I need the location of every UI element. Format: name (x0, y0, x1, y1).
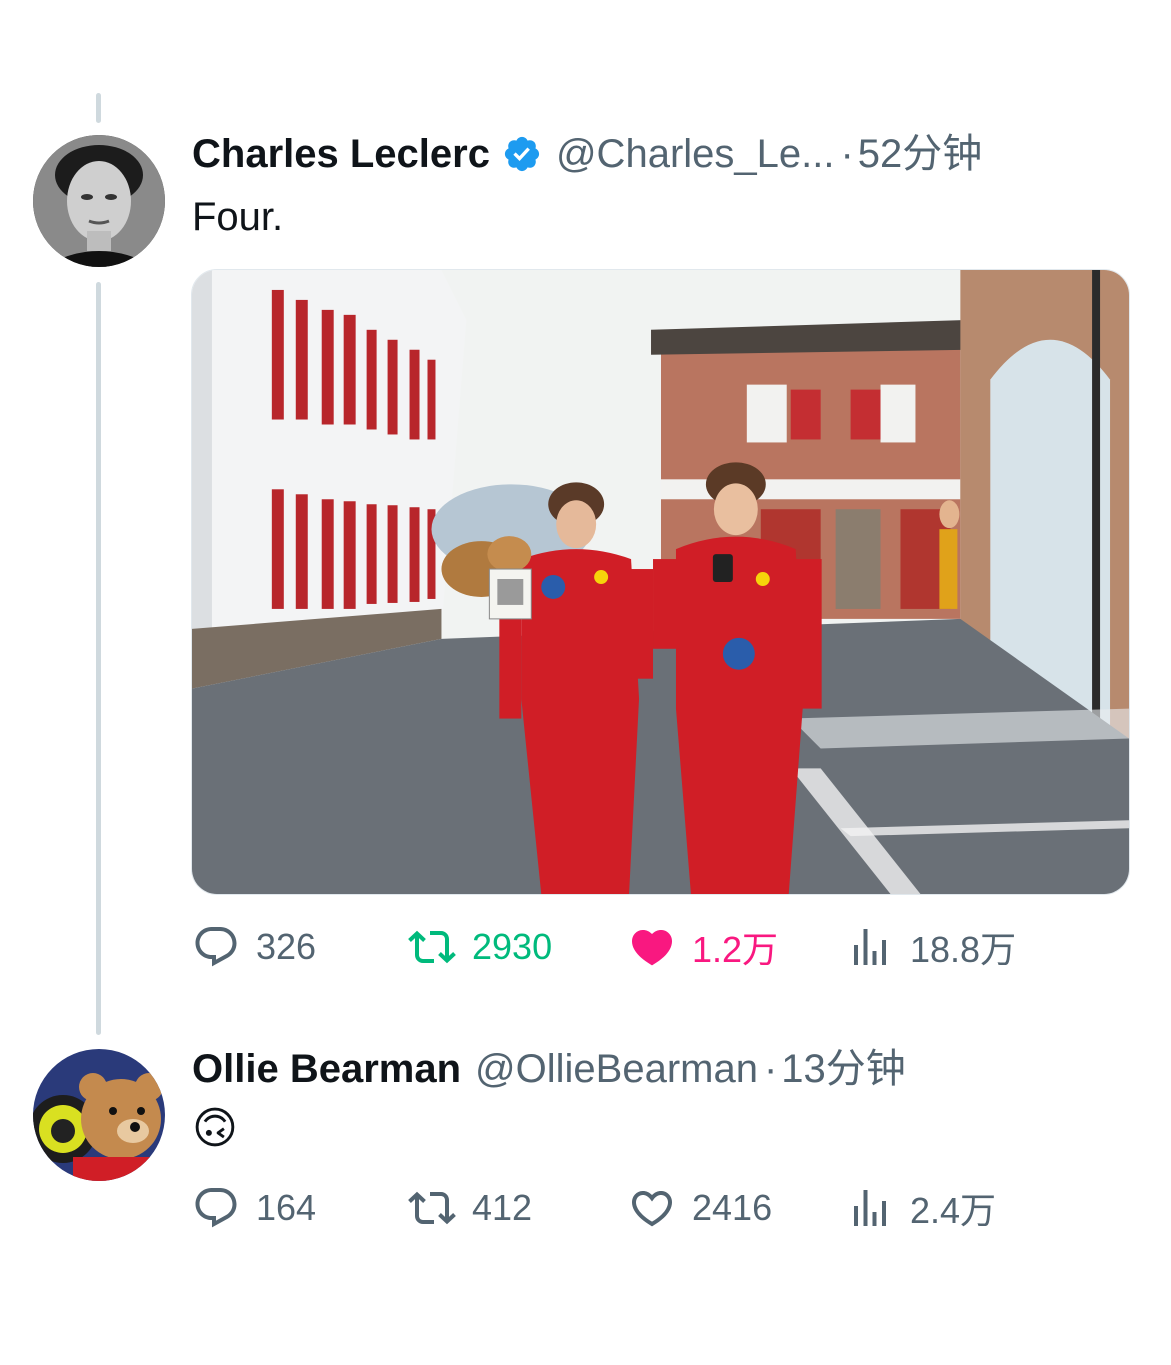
retweet-icon (408, 930, 456, 964)
views-button[interactable]: 2.4万 (846, 1183, 996, 1233)
author-handle[interactable]: @OllieBearman (475, 1045, 758, 1093)
timestamp[interactable]: 52分钟 (858, 130, 983, 178)
like-icon (631, 930, 673, 966)
tweet-header: Ollie Bearman @OllieBearman · 13分钟 (192, 1045, 906, 1093)
like-count: 1.2万 (692, 929, 779, 970)
like-count: 2416 (692, 1187, 773, 1228)
retweet-button[interactable]: 2930 (408, 922, 552, 972)
reply-count: 164 (256, 1187, 317, 1228)
reply-count: 326 (256, 926, 317, 967)
verified-badge-icon (502, 134, 542, 174)
reply-icon (195, 1188, 237, 1228)
tweet-header: Charles Leclerc @Charles_Le... · 52分钟 (192, 130, 982, 178)
separator-dot: · (840, 132, 854, 176)
author-name[interactable]: Charles Leclerc (192, 130, 490, 178)
tweet-actions: 164 412 2416 2.4万 (192, 1183, 1092, 1233)
tweet-text: 🙃 (192, 1104, 238, 1153)
avatar[interactable] (33, 1049, 165, 1181)
retweet-count: 2930 (472, 926, 553, 967)
retweet-count: 412 (472, 1187, 533, 1228)
separator-dot: · (763, 1047, 778, 1091)
reply-button[interactable]: 164 (192, 1183, 316, 1233)
avatar[interactable] (33, 135, 165, 267)
views-icon (854, 1190, 886, 1226)
views-button[interactable]: 18.8万 (846, 922, 1016, 972)
views-icon (854, 929, 886, 965)
views-count: 2.4万 (910, 1190, 997, 1231)
reply-button[interactable]: 326 (192, 922, 316, 972)
author-handle[interactable]: @Charles_Le... (556, 130, 835, 178)
views-count: 18.8万 (910, 929, 1017, 970)
like-icon (631, 1191, 673, 1227)
tweet-actions: 326 2930 1.2万 18.8万 (192, 922, 1092, 972)
thread-line (96, 282, 101, 1035)
like-button[interactable]: 2416 (628, 1183, 772, 1233)
author-name[interactable]: Ollie Bearman (192, 1045, 461, 1093)
timestamp[interactable]: 13分钟 (781, 1045, 906, 1093)
retweet-icon (408, 1191, 456, 1225)
tweet-text: Four. (192, 195, 284, 239)
tweet-photo[interactable] (191, 269, 1130, 895)
like-button[interactable]: 1.2万 (628, 922, 778, 972)
retweet-button[interactable]: 412 (408, 1183, 532, 1233)
thread-line (96, 93, 101, 123)
reply-icon (195, 927, 237, 967)
